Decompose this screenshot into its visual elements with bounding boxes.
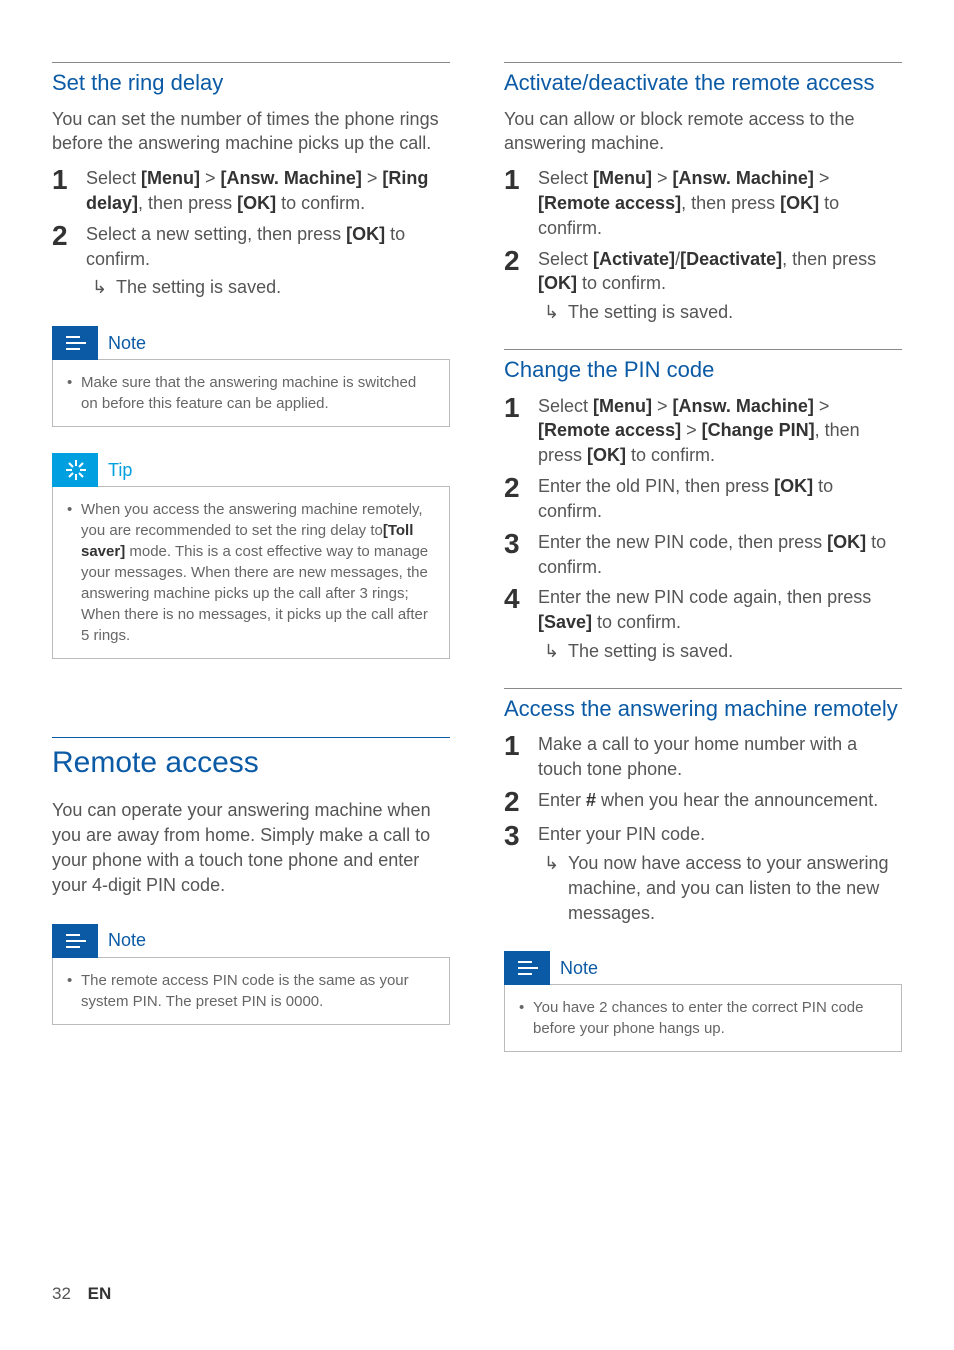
step-2: 2 Enter # when you hear the announcement… — [504, 788, 902, 816]
heading-change-pin: Change the PIN code — [504, 356, 902, 384]
callout-body: •When you access the answering machine r… — [52, 486, 450, 659]
step-list: 1 Select [Menu] > [Answ. Machine] > [Rin… — [52, 166, 450, 300]
step-1: 1 Select [Menu] > [Answ. Machine] > [Rem… — [504, 166, 902, 240]
callout-body: •Make sure that the answering machine is… — [52, 359, 450, 427]
columns: Set the ring delay You can set the numbe… — [52, 62, 902, 1064]
step-number: 3 — [504, 822, 538, 850]
callout-head: Note — [52, 326, 450, 360]
intro-text: You can set the number of times the phon… — [52, 107, 450, 157]
intro-text: You can operate your answering machine w… — [52, 798, 450, 897]
step-number: 1 — [52, 166, 86, 194]
result-arrow-icon: ↳ — [544, 639, 568, 664]
step-number: 4 — [504, 585, 538, 613]
step-number: 2 — [504, 788, 538, 816]
intro-text: You can allow or block remote access to … — [504, 107, 902, 157]
step-text: Select [Menu] > [Answ. Machine] > [Remot… — [538, 394, 902, 468]
step-3: 3 Enter your PIN code. ↳ You now have ac… — [504, 822, 902, 925]
step-1: 1 Make a call to your home number with a… — [504, 732, 902, 782]
heading-activate-remote: Activate/deactivate the remote access — [504, 69, 902, 97]
callout-body: •The remote access PIN code is the same … — [52, 957, 450, 1025]
result-arrow-icon: ↳ — [544, 300, 568, 325]
step-result: ↳ The setting is saved. — [544, 639, 902, 664]
note-label: Note — [98, 333, 146, 354]
step-number: 3 — [504, 530, 538, 558]
step-text: Enter the new PIN code, then press [OK] … — [538, 530, 902, 580]
step-1: 1 Select [Menu] > [Answ. Machine] > [Rem… — [504, 394, 902, 468]
section-rule — [504, 688, 902, 689]
step-4: 4 Enter the new PIN code again, then pre… — [504, 585, 902, 663]
step-result: ↳ The setting is saved. — [544, 300, 902, 325]
heading-access-remotely: Access the answering machine remotely — [504, 695, 902, 723]
section-rule — [52, 62, 450, 63]
step-number: 2 — [52, 222, 86, 250]
note-callout: Note •The remote access PIN code is the … — [52, 924, 450, 1025]
callout-body: •You have 2 chances to enter the correct… — [504, 984, 902, 1052]
heading-set-ring-delay: Set the ring delay — [52, 69, 450, 97]
step-text: Enter the old PIN, then press [OK] to co… — [538, 474, 902, 524]
note-label: Note — [550, 958, 598, 979]
tip-icon — [52, 453, 98, 487]
step-3: 3 Enter the new PIN code, then press [OK… — [504, 530, 902, 580]
language-code: EN — [88, 1284, 112, 1303]
step-list: 1 Make a call to your home number with a… — [504, 732, 902, 925]
section-rule — [504, 62, 902, 63]
note-icon — [52, 924, 98, 958]
section-rule — [52, 737, 450, 738]
note-label: Note — [98, 930, 146, 951]
step-text: Select [Menu] > [Answ. Machine] > [Remot… — [538, 166, 902, 240]
step-text: Select a new setting, then press [OK] to… — [86, 222, 450, 300]
result-arrow-icon: ↳ — [544, 851, 568, 876]
step-number: 1 — [504, 166, 538, 194]
page-number: 32 — [52, 1284, 71, 1303]
step-result: ↳ The setting is saved. — [92, 275, 450, 300]
step-list: 1 Select [Menu] > [Answ. Machine] > [Rem… — [504, 394, 902, 664]
step-text: Enter the new PIN code again, then press… — [538, 585, 902, 663]
page: Set the ring delay You can set the numbe… — [0, 0, 954, 1350]
step-number: 1 — [504, 394, 538, 422]
heading-remote-access: Remote access — [52, 746, 450, 780]
note-icon — [52, 326, 98, 360]
step-text: Enter # when you hear the announcement. — [538, 788, 902, 813]
tip-callout: Tip •When you access the answering machi… — [52, 453, 450, 659]
callout-head: Note — [52, 924, 450, 958]
step-number: 2 — [504, 474, 538, 502]
result-arrow-icon: ↳ — [92, 275, 116, 300]
step-text: Select [Activate]/[Deactivate], then pre… — [538, 247, 902, 325]
callout-head: Tip — [52, 453, 450, 487]
step-2: 2 Enter the old PIN, then press [OK] to … — [504, 474, 902, 524]
callout-head: Note — [504, 951, 902, 985]
note-callout: Note •Make sure that the answering machi… — [52, 326, 450, 427]
tip-label: Tip — [98, 460, 132, 481]
step-result: ↳ You now have access to your answering … — [544, 851, 902, 925]
step-text: Enter your PIN code. ↳ You now have acce… — [538, 822, 902, 925]
step-2: 2 Select [Activate]/[Deactivate], then p… — [504, 247, 902, 325]
note-callout: Note •You have 2 chances to enter the co… — [504, 951, 902, 1052]
step-1: 1 Select [Menu] > [Answ. Machine] > [Rin… — [52, 166, 450, 216]
step-text: Select [Menu] > [Answ. Machine] > [Ring … — [86, 166, 450, 216]
right-column: Activate/deactivate the remote access Yo… — [504, 62, 902, 1064]
step-2: 2 Select a new setting, then press [OK] … — [52, 222, 450, 300]
left-column: Set the ring delay You can set the numbe… — [52, 62, 450, 1064]
note-icon — [504, 951, 550, 985]
step-number: 1 — [504, 732, 538, 760]
page-footer: 32 EN — [52, 1284, 111, 1304]
step-text: Make a call to your home number with a t… — [538, 732, 902, 782]
section-rule — [504, 349, 902, 350]
step-list: 1 Select [Menu] > [Answ. Machine] > [Rem… — [504, 166, 902, 325]
step-number: 2 — [504, 247, 538, 275]
